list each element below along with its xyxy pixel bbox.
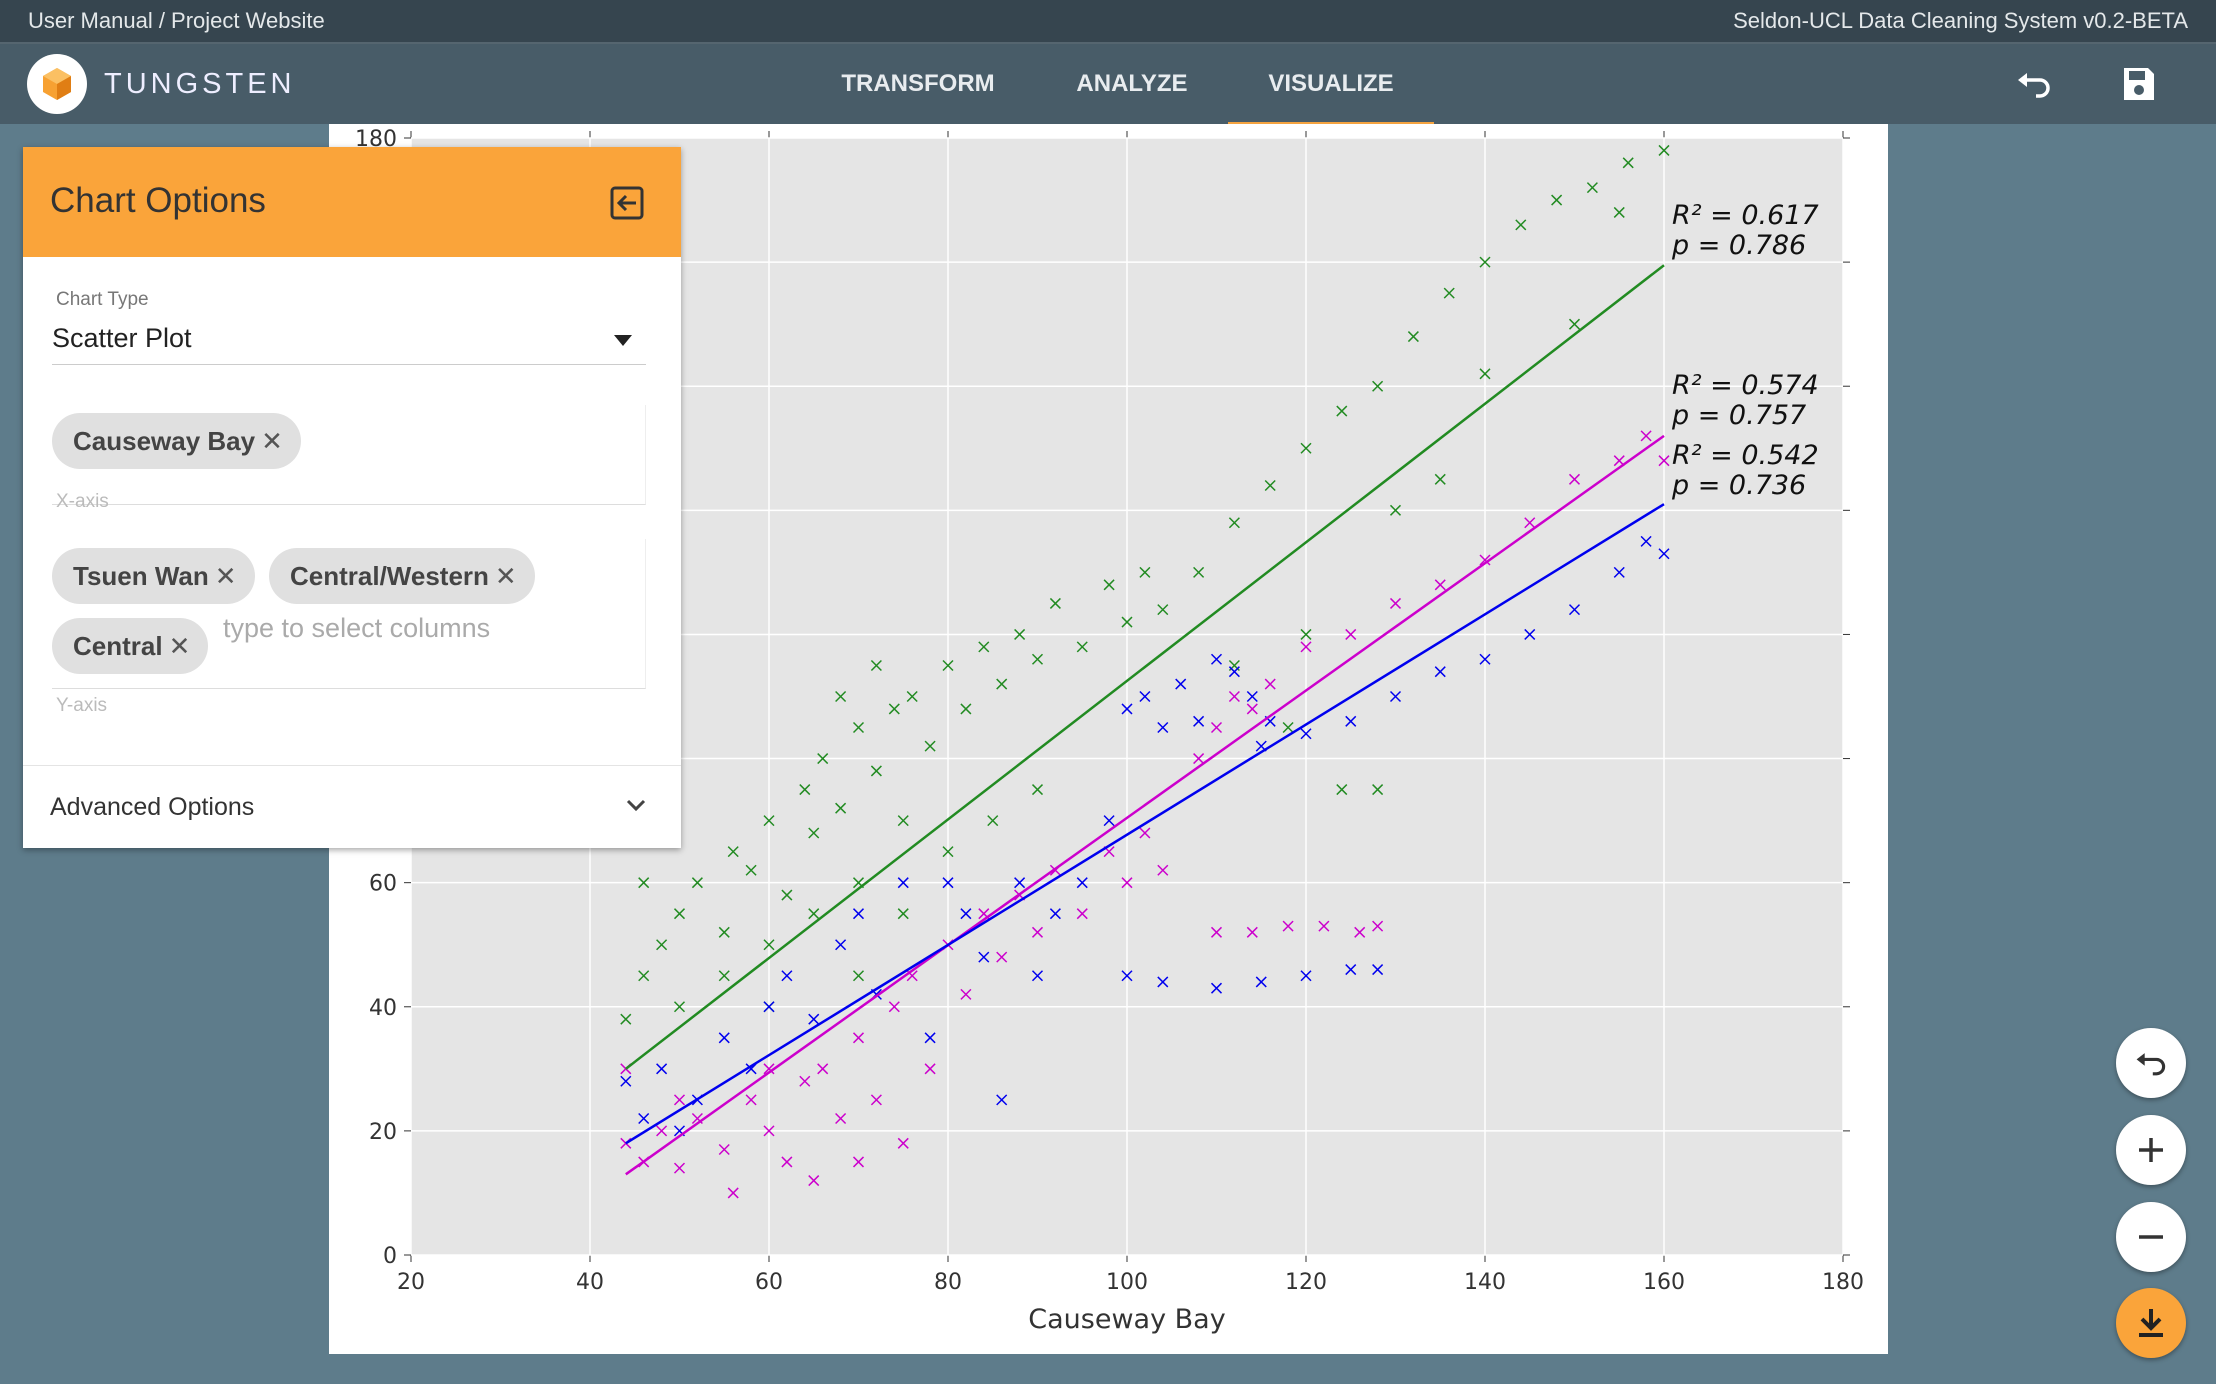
tab-analyze[interactable]: ANALYZE: [1050, 44, 1214, 126]
remove-chip-icon[interactable]: ✕: [261, 426, 283, 456]
x-axis-label: X-axis: [56, 491, 109, 512]
column-search-input[interactable]: [223, 613, 603, 644]
tab-visualize[interactable]: VISUALIZE: [1228, 44, 1434, 126]
download-icon: [2139, 1309, 2163, 1337]
top-bar: User Manual / Project Website Seldon-UCL…: [0, 0, 2216, 42]
y-chip: Tsuen Wan ✕: [52, 548, 255, 604]
y-axis-label: Y-axis: [56, 695, 108, 716]
x-axis-field[interactable]: Causeway Bay ✕: [52, 405, 646, 505]
y-tick-label: 60: [369, 872, 397, 897]
brand-name: TUNGSTEN: [104, 68, 296, 100]
x-tick-label: 20: [397, 1270, 425, 1295]
x-tick-label: 80: [934, 1270, 962, 1295]
undo-icon[interactable]: [2014, 64, 2054, 104]
fit-annotation: R² = 0.617: [1672, 200, 1819, 231]
system-title: Seldon-UCL Data Cleaning System v0.2-BET…: [1733, 8, 2188, 33]
y-chip: Central/Western ✕: [269, 548, 535, 604]
chip-label: Tsuen Wan: [73, 561, 209, 591]
chart-type-label: Chart Type: [56, 289, 149, 310]
chart-options-panel: Chart Options Chart Type Scatter Plot Ca…: [23, 147, 681, 848]
chip-label: Central/Western: [290, 561, 489, 591]
undo-icon: [2136, 1053, 2166, 1076]
fit-annotation: R² = 0.542: [1672, 440, 1819, 471]
nav-bar: TUNGSTEN TRANSFORM ANALYZE VISUALIZE: [0, 42, 2216, 126]
y-tick-label: 40: [369, 996, 397, 1021]
remove-chip-icon[interactable]: ✕: [495, 561, 517, 591]
chart-type-value: Scatter Plot: [52, 323, 192, 353]
x-tick-label: 60: [755, 1270, 783, 1295]
zoom-in-button[interactable]: [2116, 1115, 2186, 1185]
x-tick-label: 160: [1643, 1270, 1685, 1295]
x-axis-title: Causeway Bay: [1028, 1304, 1225, 1335]
x-chip: Causeway Bay ✕: [52, 413, 301, 469]
x-tick-label: 100: [1106, 1270, 1148, 1295]
chip-label: Causeway Bay: [73, 426, 256, 456]
logo-icon[interactable]: [27, 54, 87, 114]
panel-title: Chart Options: [50, 181, 266, 220]
zoom-out-button[interactable]: [2116, 1202, 2186, 1272]
zoom-in-icon: [2139, 1138, 2163, 1162]
x-tick-label: 120: [1285, 1270, 1327, 1295]
fit-annotation: p = 0.736: [1671, 470, 1806, 501]
y-tick-label: 20: [369, 1120, 397, 1145]
x-tick-label: 140: [1464, 1270, 1506, 1295]
chart-type-select[interactable]: Scatter Plot: [52, 323, 646, 365]
fit-annotation: p = 0.757: [1671, 400, 1806, 431]
tab-transform[interactable]: TRANSFORM: [826, 44, 1010, 126]
remove-chip-icon[interactable]: ✕: [169, 631, 191, 661]
download-button[interactable]: [2116, 1288, 2186, 1358]
caret-down-icon: [614, 335, 632, 346]
zoom-out-icon: [2139, 1235, 2163, 1239]
advanced-options-toggle[interactable]: Advanced Options: [23, 765, 681, 848]
advanced-options-label: Advanced Options: [50, 793, 255, 821]
remove-chip-icon[interactable]: ✕: [215, 561, 237, 591]
x-tick-label: 40: [576, 1270, 604, 1295]
x-tick-label: 180: [1822, 1270, 1864, 1295]
manual-links[interactable]: User Manual / Project Website: [28, 8, 325, 34]
collapse-panel-icon[interactable]: [609, 185, 645, 221]
y-tick-label: 0: [383, 1244, 397, 1269]
chip-label: Central: [73, 631, 163, 661]
fit-annotation: R² = 0.574: [1672, 370, 1819, 401]
fit-annotation: p = 0.786: [1671, 230, 1806, 261]
y-chip: Central ✕: [52, 618, 209, 674]
save-icon[interactable]: [2118, 64, 2158, 104]
chevron-down-icon: [626, 799, 646, 812]
reset-view-button[interactable]: [2116, 1028, 2186, 1098]
panel-header: Chart Options: [23, 147, 681, 257]
